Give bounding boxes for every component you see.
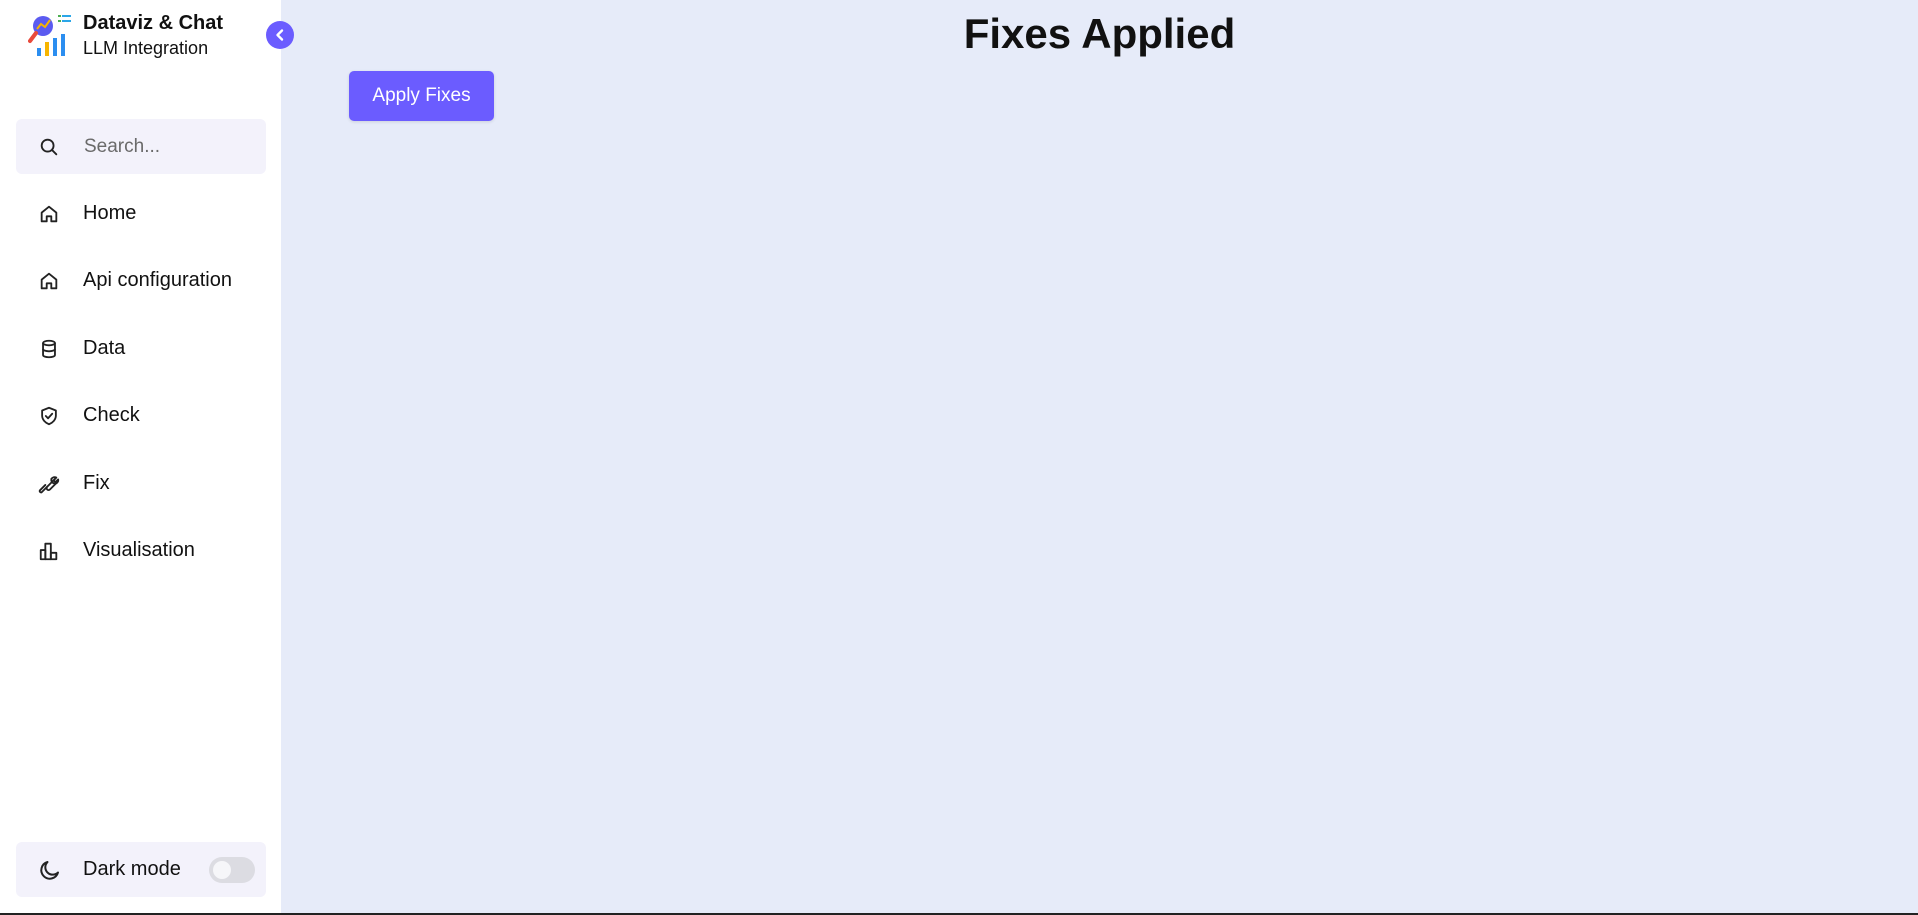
- search-input[interactable]: [82, 131, 252, 163]
- toggle-knob: [213, 861, 231, 879]
- main-content: Fixes Applied Apply Fixes: [281, 0, 1918, 913]
- sidebar-item-label: Visualisation: [83, 539, 195, 561]
- page-title: Fixes Applied: [963, 10, 1236, 57]
- search-icon: [40, 138, 58, 156]
- search-box[interactable]: [16, 119, 266, 174]
- chevron-left-icon: [276, 29, 284, 41]
- sidebar-item-label: Check: [83, 404, 140, 426]
- sidebar: Dataviz & Chat LLM Integration Home Api …: [0, 0, 281, 913]
- sidebar-item-visualisation[interactable]: Visualisation: [16, 525, 266, 577]
- sidebar-item-fix[interactable]: Fix: [16, 458, 266, 510]
- database-icon: [42, 339, 56, 359]
- collapse-sidebar-button[interactable]: [266, 21, 294, 49]
- sidebar-item-label: Api configuration: [83, 269, 232, 291]
- brand: Dataviz & Chat LLM Integration: [28, 10, 258, 60]
- sidebar-item-home[interactable]: Home: [16, 188, 266, 240]
- apply-fixes-button[interactable]: Apply Fixes: [349, 71, 494, 121]
- sidebar-item-label: Fix: [83, 472, 110, 494]
- sidebar-item-api-configuration[interactable]: Api configuration: [16, 255, 266, 307]
- home-icon: [40, 272, 58, 290]
- dark-mode-label: Dark mode: [83, 858, 181, 880]
- shield-check-icon: [41, 406, 57, 426]
- dark-mode-toggle[interactable]: [209, 857, 255, 883]
- sidebar-item-data[interactable]: Data: [16, 323, 266, 375]
- dark-mode-row: Dark mode: [16, 842, 266, 897]
- sidebar-item-check[interactable]: Check: [16, 390, 266, 442]
- brand-subtitle: LLM Integration: [83, 38, 209, 58]
- brand-title: Dataviz & Chat: [83, 12, 224, 34]
- sidebar-item-label: Data: [83, 337, 126, 359]
- moon-icon: [40, 861, 59, 880]
- home-icon: [40, 205, 58, 223]
- sidebar-item-label: Home: [83, 202, 137, 224]
- chart-search-logo-icon: [28, 15, 71, 56]
- bar-chart-icon: [39, 542, 58, 561]
- wrench-icon: [38, 476, 60, 494]
